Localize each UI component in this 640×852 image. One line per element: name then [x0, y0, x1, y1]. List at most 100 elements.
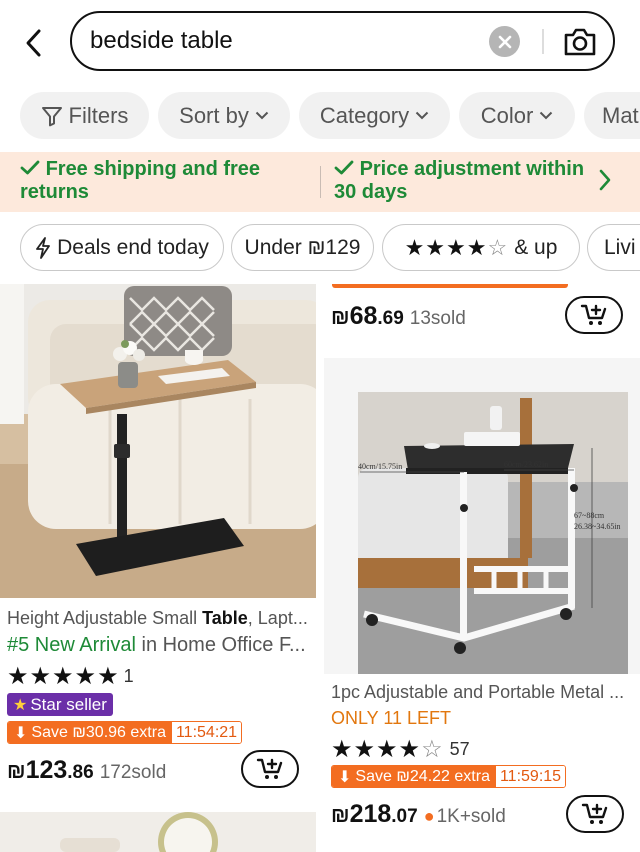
under-price-label: Under ₪129: [244, 235, 361, 259]
countdown-timer: 11:59:15: [495, 766, 566, 787]
product-title-text: , Lapt...: [247, 608, 308, 628]
under-price-pill[interactable]: Under ₪129: [231, 224, 374, 271]
product-image[interactable]: 40cm/15.75in 60cm/23.62in 67~88cm 26.38~…: [324, 358, 640, 674]
material-chip[interactable]: Mat: [584, 92, 640, 139]
star-icon: ★★★★☆: [331, 736, 444, 763]
lightning-icon: [36, 236, 51, 259]
save-extra-tag: ⬇ Save ₪30.96 extra 11:54:21: [7, 721, 243, 744]
rating-stars: ★★★★☆ 57: [331, 735, 470, 764]
cart-plus-icon: [256, 758, 283, 779]
sold-count: 13sold: [409, 308, 466, 329]
add-to-cart-button[interactable]: [565, 296, 623, 334]
free-shipping-promo: Free shipping and free returns: [20, 158, 310, 204]
product-card-partial[interactable]: ₪ 68 .69 13sold: [324, 284, 640, 354]
dimension-width-label: 40cm/15.75in: [358, 462, 402, 471]
sold-count: 172sold: [99, 762, 167, 783]
deals-end-today-label: Deals end today: [57, 235, 209, 259]
currency-symbol: ₪: [331, 306, 350, 329]
price-decimal: .07: [391, 806, 418, 827]
stock-warning: ONLY 11 LEFT: [331, 708, 452, 728]
filters-chip[interactable]: Filters: [20, 92, 149, 139]
close-icon: [498, 35, 511, 48]
and-up-label: & up: [514, 235, 558, 259]
add-to-cart-button[interactable]: [241, 750, 299, 788]
price-integer: 68: [349, 302, 378, 330]
star-icon: ★: [13, 696, 28, 714]
search-input[interactable]: [90, 21, 470, 61]
four-stars-up-pill[interactable]: ★★★★☆ & up: [382, 224, 580, 271]
product-price: ₪ 218 .07 ● 1K+sold: [331, 800, 506, 829]
color-chip[interactable]: Color: [459, 92, 575, 139]
dimension-height-in-label: 26.38~34.65in: [574, 522, 621, 531]
funnel-icon: [41, 106, 62, 126]
checkmark-icon: [20, 160, 40, 175]
ranking-category: in Home Office F...: [135, 634, 306, 656]
save-extra-tag-cut: [332, 284, 568, 288]
filter-bar: Filters Sort by Category Color Mat: [0, 92, 640, 140]
cart-plus-icon: [580, 304, 607, 325]
product-image[interactable]: [0, 812, 316, 852]
promo-divider: [320, 166, 321, 198]
cart-plus-icon: [581, 803, 608, 824]
currency-symbol: ₪: [7, 760, 26, 783]
color-label: Color: [480, 102, 534, 128]
price-decimal: .86: [67, 762, 94, 783]
add-to-cart-button[interactable]: [566, 795, 624, 833]
price-integer: 123: [25, 756, 68, 784]
back-button[interactable]: [18, 24, 48, 62]
chevron-right-icon: [599, 169, 611, 191]
review-count: 1: [123, 666, 134, 686]
price-integer: 218: [349, 800, 392, 828]
checkmark-icon: [334, 160, 354, 175]
flame-icon: ⬇: [338, 768, 352, 786]
clear-search-button[interactable]: [489, 26, 520, 57]
save-amount: Save ₪30.96 extra: [31, 723, 166, 741]
star-seller-label: Star seller: [30, 694, 107, 714]
camera-search-button[interactable]: [562, 26, 598, 58]
living-room-pill[interactable]: Livi: [587, 224, 640, 271]
fire-icon: ●: [423, 806, 435, 826]
flame-icon: ⬇: [14, 724, 28, 742]
category-chip[interactable]: Category: [299, 92, 450, 139]
product-photo: [0, 284, 316, 598]
dimension-height-cm-label: 67~88cm: [574, 511, 605, 520]
chevron-down-icon: [540, 111, 553, 120]
camera-icon: [564, 28, 596, 56]
star-rating-icon: ★★★★☆: [404, 234, 509, 260]
search-bar: [70, 11, 615, 71]
product-photo: 40cm/15.75in 60cm/23.62in 67~88cm 26.38~…: [324, 358, 640, 674]
quick-filters: Deals end today Under ₪129 ★★★★☆ & up Li…: [0, 224, 640, 272]
filters-label: Filters: [68, 102, 129, 128]
rating-stars: ★★★★★ 1: [7, 662, 134, 691]
save-extra-tag: ⬇ Save ₪24.22 extra 11:59:15: [331, 765, 567, 788]
product-price: ₪ 68 .69 13sold: [331, 302, 466, 331]
product-title[interactable]: 1pc Adjustable and Portable Metal ...: [331, 682, 631, 703]
chevron-down-icon: [415, 111, 429, 120]
star-seller-badge: ★ Star seller: [7, 693, 113, 716]
sold-count: 1K+sold: [436, 806, 506, 827]
product-title[interactable]: Height Adjustable Small Table, Lapt...: [7, 608, 310, 629]
product-title-match: Table: [202, 608, 248, 628]
save-amount: Save ₪24.22 extra: [355, 767, 490, 785]
review-count: 57: [449, 739, 470, 759]
deals-end-today-pill[interactable]: Deals end today: [20, 224, 224, 271]
product-image[interactable]: [0, 284, 316, 598]
currency-symbol: ₪: [331, 804, 350, 827]
product-title-text: Height Adjustable Small: [7, 608, 203, 628]
star-icon: ★★★★★: [7, 663, 120, 690]
sort-by-label: Sort by: [179, 102, 249, 128]
product-grid: Height Adjustable Small Table, Lapt... #…: [0, 284, 640, 852]
promo-banner[interactable]: Free shipping and free returns Price adj…: [0, 152, 640, 212]
category-label: Category: [319, 102, 410, 128]
dimension-length-label: 60cm/23.62in: [504, 460, 548, 469]
ranking-highlight: #5 New Arrival: [7, 634, 136, 656]
search-divider: [542, 29, 544, 54]
ranking-badge[interactable]: #5 New Arrival in Home Office F...: [7, 634, 306, 657]
chevron-left-icon: [26, 29, 41, 57]
material-label: Mat: [602, 102, 639, 128]
price-adjustment-promo: Price adjustment within 30 days: [334, 158, 592, 204]
product-photo: [0, 812, 316, 852]
sort-by-chip[interactable]: Sort by: [158, 92, 290, 139]
product-price: ₪ 123 .86 172sold: [7, 756, 166, 785]
free-shipping-text: Free shipping and free returns: [20, 158, 261, 203]
